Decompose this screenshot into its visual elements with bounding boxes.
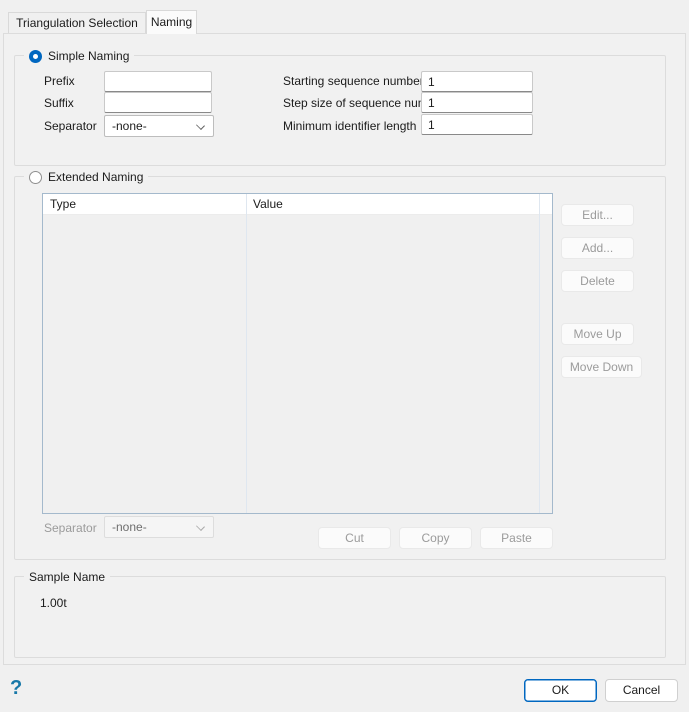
tab-triangulation-selection[interactable]: Triangulation Selection <box>8 12 146 33</box>
sample-name-group <box>14 576 666 658</box>
starting-sequence-label: Starting sequence number <box>283 74 424 88</box>
prefix-label: Prefix <box>44 74 75 88</box>
simple-naming-radio[interactable] <box>29 50 42 63</box>
extended-naming-label: Extended Naming <box>48 169 143 185</box>
extended-naming-legend: Extended Naming <box>24 169 148 185</box>
cut-button[interactable]: Cut <box>318 527 391 549</box>
column-header-value[interactable]: Value <box>253 197 283 212</box>
paste-button[interactable]: Paste <box>480 527 553 549</box>
separator-label: Separator <box>44 119 97 133</box>
cancel-button[interactable]: Cancel <box>605 679 678 702</box>
chevron-down-icon <box>196 522 205 531</box>
sample-name-label: Sample Name <box>29 569 105 585</box>
step-size-input[interactable] <box>421 92 533 113</box>
separator-select[interactable]: -none- <box>104 115 214 137</box>
table-header-row: Type Value <box>43 194 552 215</box>
column-divider <box>246 194 247 513</box>
sample-name-value: 1.00t <box>40 596 67 610</box>
suffix-label: Suffix <box>44 96 74 110</box>
edit-button[interactable]: Edit... <box>561 204 634 226</box>
prefix-input[interactable] <box>104 71 212 92</box>
separator-select-value: -none- <box>112 119 147 133</box>
min-length-input[interactable] <box>421 114 533 135</box>
table-gutter-divider <box>539 194 540 513</box>
help-icon[interactable]: ? <box>10 676 22 700</box>
min-length-label: Minimum identifier length <box>283 119 416 133</box>
simple-naming-label: Simple Naming <box>48 48 129 64</box>
column-header-type[interactable]: Type <box>50 197 76 212</box>
extended-separator-select[interactable]: -none- <box>104 516 214 538</box>
chevron-down-icon <box>196 121 205 130</box>
extended-separator-select-value: -none- <box>112 520 147 534</box>
extended-naming-table[interactable]: Type Value <box>42 193 553 514</box>
starting-sequence-input[interactable] <box>421 71 533 92</box>
naming-dialog: Triangulation Selection Naming Simple Na… <box>0 0 689 712</box>
extended-naming-radio[interactable] <box>29 171 42 184</box>
suffix-input[interactable] <box>104 92 212 113</box>
tab-naming[interactable]: Naming <box>146 10 197 34</box>
delete-button[interactable]: Delete <box>561 270 634 292</box>
simple-naming-legend: Simple Naming <box>24 48 134 64</box>
move-down-button[interactable]: Move Down <box>561 356 642 378</box>
sample-name-legend: Sample Name <box>24 569 110 585</box>
ok-button[interactable]: OK <box>524 679 597 702</box>
add-button[interactable]: Add... <box>561 237 634 259</box>
move-up-button[interactable]: Move Up <box>561 323 634 345</box>
extended-separator-label: Separator <box>44 521 97 535</box>
copy-button[interactable]: Copy <box>399 527 472 549</box>
